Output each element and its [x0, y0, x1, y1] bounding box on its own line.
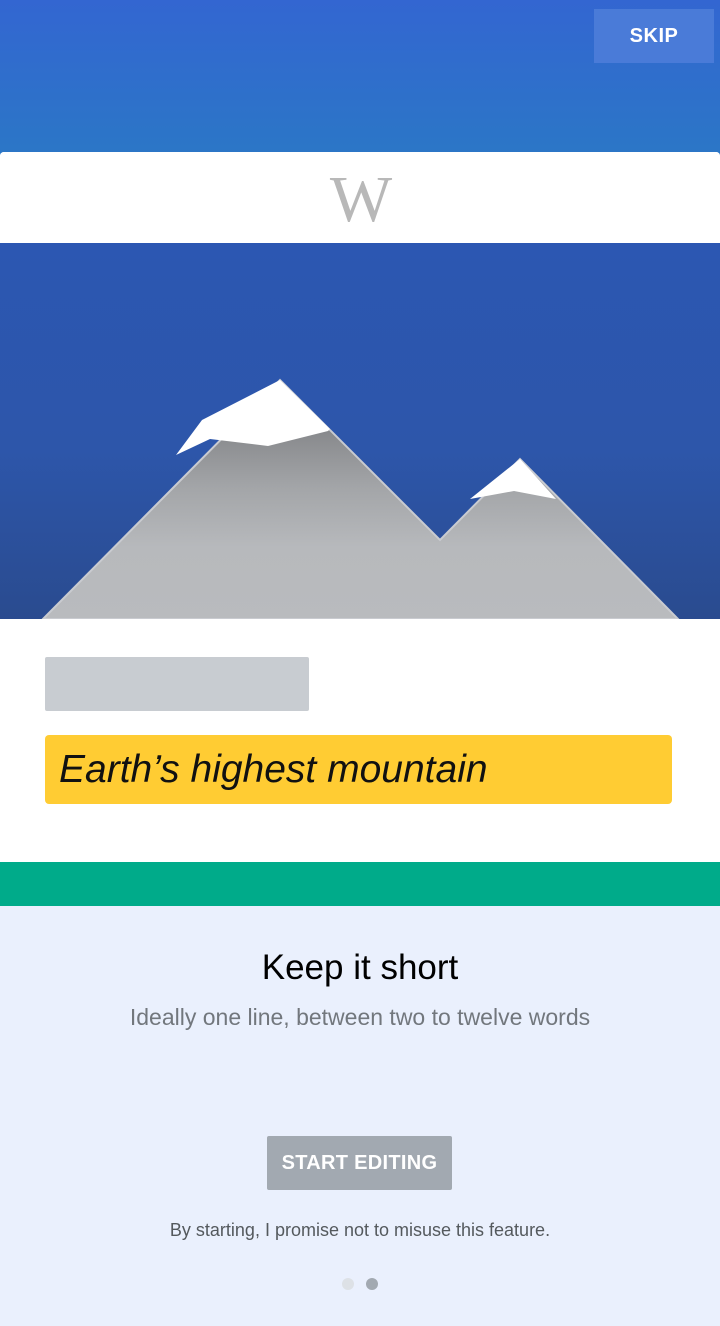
- accent-strip: [0, 862, 720, 906]
- page-subtitle: Ideally one line, between two to twelve …: [129, 1004, 591, 1030]
- illustration-card: W Earth’s highest mountain: [0, 152, 720, 862]
- card-header: W: [0, 152, 720, 243]
- description-text: Earth’s highest mountain: [59, 747, 488, 791]
- page-title: Keep it short: [261, 948, 459, 987]
- page-indicator-dot-2[interactable]: [366, 1278, 378, 1290]
- mountain-illustration: [0, 243, 720, 619]
- page-indicator-dot-1[interactable]: [342, 1278, 354, 1290]
- mountain-icon: [41, 378, 680, 619]
- description-highlight: Earth’s highest mountain: [45, 735, 672, 804]
- onboarding-screen: SKIP W Earth’s highest mountain Keep it …: [0, 0, 720, 1326]
- onboarding-content: Keep it short Ideally one line, between …: [0, 906, 720, 1326]
- start-editing-button[interactable]: START EDITING: [267, 1136, 452, 1190]
- top-bar: SKIP: [0, 0, 720, 160]
- skip-button[interactable]: SKIP: [594, 9, 714, 63]
- page-indicator: [0, 1278, 720, 1290]
- wikipedia-logo-icon: W: [329, 162, 392, 236]
- promise-text: By starting, I promise not to misuse thi…: [169, 1220, 551, 1240]
- title-placeholder-bar: [45, 657, 309, 711]
